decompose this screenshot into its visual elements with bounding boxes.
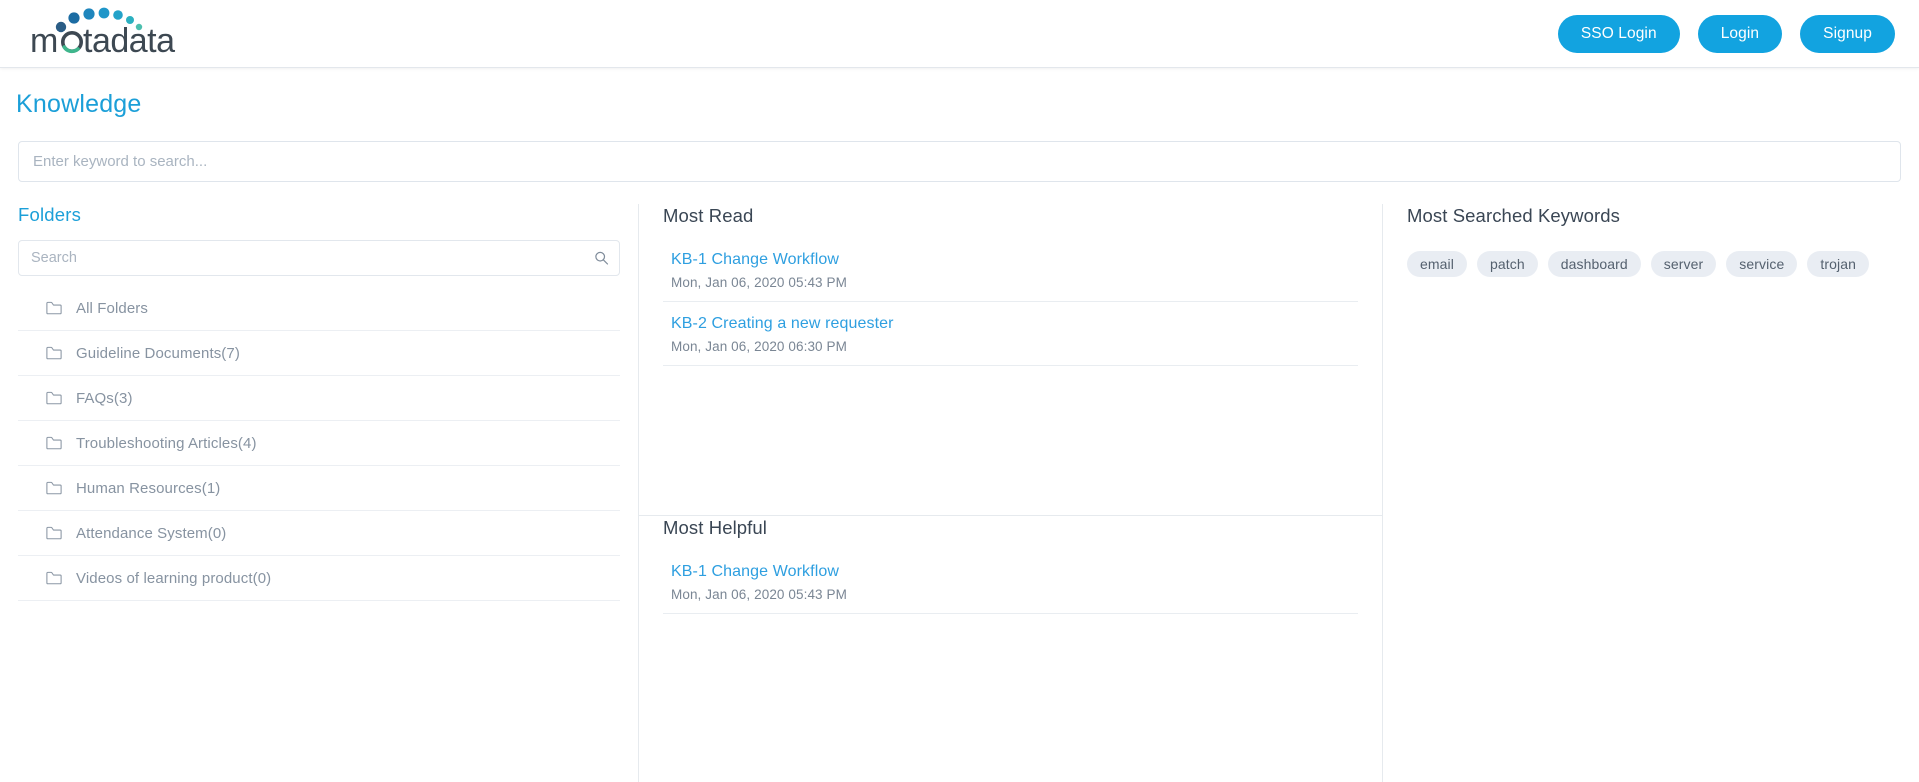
keyword-tag[interactable]: trojan	[1807, 251, 1869, 277]
folder-list-item[interactable]: Human Resources(1)	[18, 466, 620, 511]
keyword-tag[interactable]: patch	[1476, 251, 1538, 277]
motadata-logo[interactable]: m tadata	[28, 6, 178, 58]
folder-list-item[interactable]: All Folders	[18, 286, 620, 331]
folder-label: All Folders	[76, 299, 148, 317]
folder-label: Troubleshooting Articles(4)	[76, 434, 257, 452]
folder-icon	[46, 391, 62, 405]
keyword-tag[interactable]: server	[1650, 251, 1717, 277]
folder-label: FAQs(3)	[76, 389, 133, 407]
keyword-tag[interactable]: dashboard	[1547, 251, 1641, 277]
article-date: Mon, Jan 06, 2020 05:43 PM	[671, 587, 847, 602]
folder-icon	[46, 436, 62, 450]
most-read-heading: Most Read	[663, 205, 754, 226]
folder-icon	[46, 301, 62, 315]
motadata-arc-logo: m tadata	[30, 7, 176, 58]
article-title-link[interactable]: KB-2 Creating a new requester	[671, 315, 1358, 333]
folder-icon	[46, 481, 62, 495]
page-title: Knowledge	[16, 90, 142, 118]
login-button[interactable]: Login	[1697, 14, 1783, 53]
folders-panel: Folders All Folders Guideline Documents(…	[0, 204, 638, 782]
folder-icon	[46, 571, 62, 585]
folder-search-input[interactable]	[18, 240, 620, 276]
article-title-link[interactable]: KB-1 Change Workflow	[671, 251, 1358, 269]
article-date: Mon, Jan 06, 2020 06:30 PM	[671, 339, 847, 354]
most-helpful-list: KB-1 Change Workflow Mon, Jan 06, 2020 0…	[663, 563, 1358, 614]
folder-list-item[interactable]: Guideline Documents(7)	[18, 331, 620, 376]
global-search-container	[0, 119, 1919, 182]
folder-search-container	[18, 240, 620, 276]
folder-list-item[interactable]: Attendance System(0)	[18, 511, 620, 556]
article-list-item[interactable]: KB-2 Creating a new requester Mon, Jan 0…	[663, 315, 1358, 366]
folder-icon	[46, 526, 62, 540]
keyword-tag[interactable]: email	[1407, 251, 1467, 277]
signup-button[interactable]: Signup	[1800, 14, 1895, 53]
folder-label: Attendance System(0)	[76, 524, 227, 542]
folder-list-item[interactable]: Troubleshooting Articles(4)	[18, 421, 620, 466]
keyword-tag-list: email patch dashboard server service tro…	[1407, 251, 1899, 277]
main-content: Folders All Folders Guideline Documents(…	[0, 204, 1919, 782]
folder-icon	[46, 346, 62, 360]
most-read-section: Most Read KB-1 Change Workflow Mon, Jan …	[639, 204, 1382, 516]
folder-label: Guideline Documents(7)	[76, 344, 240, 362]
keywords-panel: Most Searched Keywords email patch dashb…	[1383, 204, 1919, 782]
most-searched-keywords-heading: Most Searched Keywords	[1407, 205, 1620, 226]
folder-list-item[interactable]: Videos of learning product(0)	[18, 556, 620, 601]
folder-label: Human Resources(1)	[76, 479, 221, 497]
svg-text:m: m	[30, 22, 58, 58]
articles-panel: Most Read KB-1 Change Workflow Mon, Jan …	[638, 204, 1383, 782]
global-search-input[interactable]	[18, 141, 1901, 182]
folder-list: All Folders Guideline Documents(7) FAQs(…	[18, 286, 620, 601]
keyword-tag[interactable]: service	[1726, 251, 1798, 277]
most-helpful-section: Most Helpful KB-1 Change Workflow Mon, J…	[639, 516, 1382, 782]
article-list-item[interactable]: KB-1 Change Workflow Mon, Jan 06, 2020 0…	[663, 251, 1358, 302]
folder-label: Videos of learning product(0)	[76, 569, 272, 587]
folders-heading: Folders	[18, 204, 82, 225]
most-read-list: KB-1 Change Workflow Mon, Jan 06, 2020 0…	[663, 251, 1358, 366]
article-list-item[interactable]: KB-1 Change Workflow Mon, Jan 06, 2020 0…	[663, 563, 1358, 614]
auth-button-group: SSO Login Login Signup	[1557, 14, 1895, 53]
sso-login-button[interactable]: SSO Login	[1557, 14, 1680, 53]
article-title-link[interactable]: KB-1 Change Workflow	[671, 563, 1358, 581]
top-navigation-bar: m tadata SSO Login Login Signup	[0, 0, 1919, 68]
folder-list-item[interactable]: FAQs(3)	[18, 376, 620, 421]
svg-text:tadata: tadata	[83, 22, 175, 58]
most-helpful-heading: Most Helpful	[663, 517, 768, 538]
article-date: Mon, Jan 06, 2020 05:43 PM	[671, 275, 847, 290]
